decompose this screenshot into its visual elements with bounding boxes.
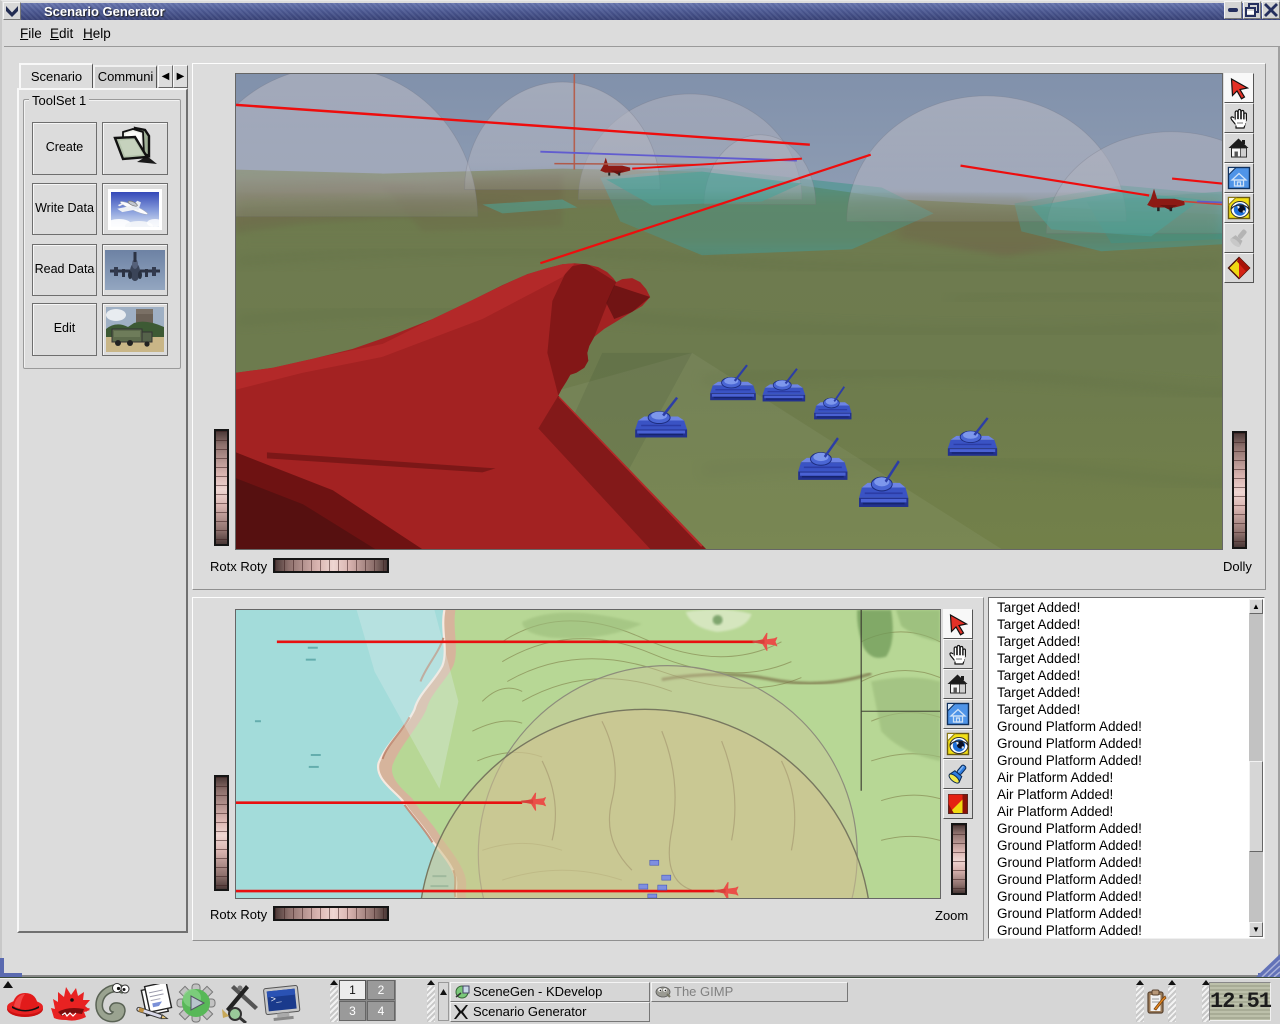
svg-text:>_: >_ <box>270 994 282 1005</box>
